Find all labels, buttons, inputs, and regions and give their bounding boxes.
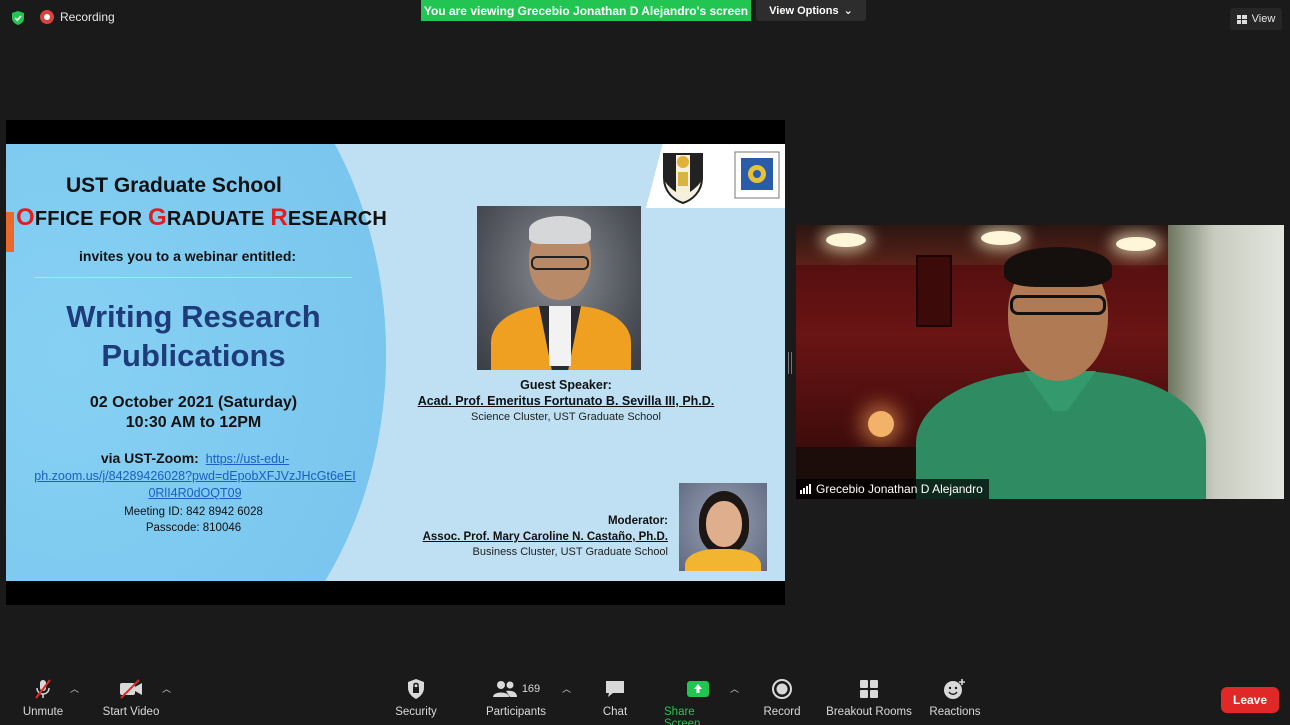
participant-video-tile[interactable]: Grecebio Jonathan D Alejandro — [796, 225, 1284, 499]
slide-webinar-title: Writing Research Publications — [66, 299, 321, 373]
recording-indicator[interactable]: Recording — [40, 10, 115, 24]
participants-button[interactable]: 169 Participants — [484, 678, 548, 718]
slide-invite-text: invites you to a webinar entitled: — [79, 248, 297, 264]
moderator-affiliation: Business Cluster, UST Graduate School — [472, 546, 668, 558]
encryption-shield-icon[interactable] — [10, 10, 26, 26]
share-screen-button[interactable]: Share Screen — [664, 678, 732, 725]
unmute-label: Unmute — [22, 706, 64, 718]
breakout-rooms-icon — [860, 680, 878, 698]
slide-divider — [34, 277, 352, 278]
audio-options-caret-icon[interactable]: ︿ — [70, 682, 79, 695]
chevron-down-icon: ⌄ — [843, 5, 853, 17]
security-shield-icon — [408, 679, 424, 699]
security-label: Security — [395, 706, 437, 718]
start-video-label: Start Video — [102, 706, 160, 718]
slide-office-title: OFFICE FOR GRADUATE RESEARCH — [16, 204, 388, 231]
share-screen-label: Share Screen — [664, 706, 701, 725]
top-bar: Recording You are viewing Grecebio Jonat… — [0, 0, 1290, 36]
slide-zoom-link: via UST-Zoom: https://ust-edu- ph.zoom.u… — [34, 450, 356, 500]
recording-icon — [40, 10, 54, 24]
participant-name: Grecebio Jonathan D Alejandro — [816, 482, 983, 496]
participants-count: 169 — [521, 683, 541, 695]
unmute-button[interactable]: Unmute — [20, 678, 66, 718]
guest-speaker-affiliation: Science Cluster, UST Graduate School — [471, 411, 661, 423]
grid-view-icon — [1236, 14, 1247, 24]
guest-speaker-name: Acad. Prof. Emeritus Fortunato B. Sevill… — [417, 394, 715, 408]
slide-orange-accent — [6, 212, 14, 252]
chat-label: Chat — [602, 706, 628, 718]
viewing-screen-banner: You are viewing Grecebio Jonathan D Alej… — [421, 0, 751, 21]
participants-options-caret-icon[interactable]: ︿ — [562, 682, 571, 695]
recording-label: Recording — [60, 10, 115, 24]
record-label: Record — [763, 706, 801, 718]
graduate-school-seal-logo — [734, 151, 780, 199]
reactions-label: Reactions — [929, 706, 981, 718]
reactions-button[interactable]: Reactions — [928, 678, 982, 718]
guest-speaker-photo — [477, 206, 641, 370]
leave-button[interactable]: Leave — [1221, 687, 1279, 713]
participant-name-tag: Grecebio Jonathan D Alejandro — [796, 479, 989, 499]
ust-crest-logo — [663, 153, 703, 204]
chat-button[interactable]: Chat — [598, 678, 632, 718]
moderator-label: Moderator: — [607, 515, 668, 527]
webinar-slide: UST Graduate School OFFICE FOR GRADUATE … — [6, 144, 785, 581]
moderator-photo — [679, 483, 767, 571]
muted-microphone-icon — [35, 679, 51, 699]
view-options-label: View Options — [769, 4, 839, 17]
slide-date-time: 02 October 2021 (Saturday) 10:30 AM to 1… — [89, 394, 298, 431]
meeting-toolbar: Unmute ︿ Start Video ︿ Security 169 Part… — [0, 672, 1290, 725]
share-options-caret-icon[interactable]: ︿ — [730, 682, 739, 695]
breakout-rooms-button[interactable]: Breakout Rooms — [826, 678, 912, 718]
reactions-smiley-icon — [944, 679, 965, 699]
view-options-button[interactable]: View Options ⌄ — [756, 0, 866, 21]
signal-strength-icon — [800, 484, 811, 494]
participants-icon — [492, 681, 517, 697]
security-button[interactable]: Security — [392, 678, 440, 718]
video-options-caret-icon[interactable]: ︿ — [162, 682, 171, 695]
guest-speaker-label: Guest Speaker: — [520, 378, 612, 392]
breakout-rooms-label: Breakout Rooms — [826, 706, 912, 718]
share-screen-icon — [687, 681, 709, 697]
shared-screen[interactable]: UST Graduate School OFFICE FOR GRADUATE … — [6, 120, 785, 605]
participants-label: Participants — [485, 706, 547, 718]
slide-logos — [646, 144, 785, 208]
start-video-button[interactable]: Start Video — [100, 678, 162, 718]
chat-bubble-icon — [606, 681, 624, 697]
slide-meeting-details: Meeting ID: 842 8942 6028 Passcode: 8100… — [124, 506, 263, 534]
record-icon — [772, 679, 792, 699]
record-button[interactable]: Record — [762, 678, 802, 718]
slide-school-title: UST Graduate School — [66, 174, 282, 197]
split-view-handle[interactable] — [788, 352, 792, 374]
view-label: View — [1251, 13, 1276, 25]
video-off-icon — [120, 679, 142, 699]
view-button[interactable]: View — [1230, 8, 1282, 30]
moderator-name: Assoc. Prof. Mary Caroline N. Castaño, P… — [422, 531, 668, 543]
